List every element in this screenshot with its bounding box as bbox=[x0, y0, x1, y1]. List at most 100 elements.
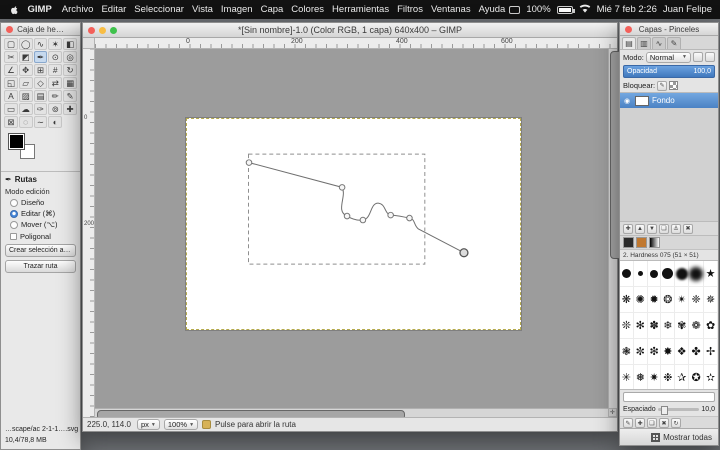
brush-item-30[interactable]: ✷ bbox=[648, 365, 662, 389]
brush-tab-icon[interactable] bbox=[623, 237, 634, 248]
brush-item-10[interactable]: ❂ bbox=[661, 287, 676, 313]
brush-item-11[interactable]: ✴ bbox=[675, 287, 690, 313]
zoom-combo[interactable]: 100% ▼ bbox=[163, 419, 199, 430]
tool-cage-transform[interactable]: ▦ bbox=[63, 77, 77, 89]
dock-tab-channels[interactable]: ▥ bbox=[637, 37, 651, 49]
brush-item-3[interactable] bbox=[661, 261, 676, 287]
dock-tab-brushes[interactable]: ✎ bbox=[667, 37, 681, 49]
menubar-item-vista[interactable]: Vista bbox=[188, 4, 217, 15]
tool-scissors-select[interactable]: ✂ bbox=[4, 51, 18, 63]
path-anchor-end[interactable] bbox=[459, 248, 469, 258]
brush-item-14[interactable]: ❊ bbox=[620, 313, 634, 339]
brush-item-33[interactable]: ✪ bbox=[689, 365, 705, 389]
brush-item-32[interactable]: ✰ bbox=[675, 365, 690, 389]
brush-item-5[interactable] bbox=[689, 261, 705, 287]
tool-heal[interactable]: ✚ bbox=[63, 103, 77, 115]
edit-brush-button[interactable]: ✎ bbox=[623, 418, 633, 428]
path-anchor[interactable] bbox=[387, 211, 394, 219]
tool-blur-sharpen[interactable]: ◌ bbox=[18, 116, 33, 128]
dock-titlebar[interactable]: Capas - Pinceles bbox=[620, 23, 718, 36]
tool-crop[interactable]: # bbox=[48, 64, 63, 76]
brush-item-8[interactable]: ✺ bbox=[633, 287, 648, 313]
brush-item-1[interactable] bbox=[633, 261, 648, 287]
brush-item-29[interactable]: ❅ bbox=[634, 365, 648, 389]
show-all-button[interactable]: Mostrar todas bbox=[663, 433, 712, 442]
close-button[interactable] bbox=[88, 26, 95, 34]
menubar-item-ventanas[interactable]: Ventanas bbox=[427, 4, 475, 15]
tool-paths[interactable]: ✒ bbox=[33, 51, 48, 63]
image-window-titlebar[interactable]: *[Sin nombre]-1.0 (Color RGB, 1 capa) 64… bbox=[83, 23, 617, 38]
battery-icon[interactable] bbox=[556, 5, 575, 14]
tool-fuzzy-select[interactable]: ✶ bbox=[48, 38, 63, 50]
tool-ink[interactable]: ✑ bbox=[33, 103, 48, 115]
mode-extra-button-2[interactable] bbox=[705, 52, 715, 62]
wifi-icon[interactable] bbox=[579, 4, 591, 16]
vertical-scrollbar[interactable] bbox=[608, 49, 624, 408]
tool-text[interactable]: A bbox=[4, 90, 18, 102]
duplicate-layer-button[interactable]: ❏ bbox=[659, 223, 669, 234]
visibility-eye-icon[interactable]: ◉ bbox=[622, 97, 632, 105]
navigation-button[interactable]: ✛ bbox=[608, 408, 617, 417]
tag-filter-entry[interactable] bbox=[623, 391, 715, 402]
brush-item-16[interactable]: ✽ bbox=[647, 313, 662, 339]
radio-diseno[interactable]: Diseño bbox=[10, 198, 76, 207]
tool-free-select[interactable]: ∿ bbox=[33, 38, 48, 50]
close-button[interactable] bbox=[6, 25, 13, 33]
tool-zoom[interactable]: ◎ bbox=[63, 51, 77, 63]
tool-clone[interactable]: ⊚ bbox=[48, 103, 63, 115]
path-anchor[interactable] bbox=[338, 184, 346, 191]
toolbox-titlebar[interactable]: Caja de he… bbox=[1, 23, 80, 36]
horizontal-scrollbar[interactable] bbox=[95, 408, 608, 420]
brush-item-13[interactable]: ✵ bbox=[704, 287, 718, 313]
tool-color-picker[interactable]: ⊙ bbox=[48, 51, 63, 63]
tool-flip[interactable]: ⇄ bbox=[48, 77, 63, 89]
tool-foreground-select[interactable]: ◩ bbox=[18, 51, 33, 63]
new-brush-button[interactable]: ✚ bbox=[635, 418, 645, 428]
brush-item-28[interactable]: ✳ bbox=[620, 365, 634, 389]
unit-combo[interactable]: px ▼ bbox=[137, 419, 160, 430]
minimize-button[interactable] bbox=[99, 26, 106, 34]
tool-move[interactable]: ✥ bbox=[18, 64, 33, 76]
tool-select-by-color[interactable]: ◧ bbox=[63, 38, 77, 50]
zoom-window-button[interactable] bbox=[110, 26, 117, 34]
mode-combo[interactable]: Normal ▼ bbox=[645, 51, 691, 63]
tool-bucket-fill[interactable]: ▨ bbox=[18, 90, 33, 102]
tool-ellipse-select[interactable]: ◯ bbox=[18, 38, 33, 50]
lower-layer-button[interactable]: ▼ bbox=[647, 223, 657, 234]
duplicate-brush-button[interactable]: ❏ bbox=[647, 418, 657, 428]
dock-tab-paths[interactable]: ∿ bbox=[652, 37, 666, 49]
menubar-item-seleccionar[interactable]: Seleccionar bbox=[130, 4, 188, 15]
polygonal-checkbox[interactable]: Poligonal bbox=[10, 232, 76, 241]
tool-dodge-burn[interactable]: ◐ bbox=[48, 116, 63, 128]
brush-item-9[interactable]: ✹ bbox=[647, 287, 662, 313]
display-icon[interactable] bbox=[509, 5, 521, 14]
brush-item-18[interactable]: ✾ bbox=[675, 313, 690, 339]
stroke-path-button[interactable]: Trazar ruta bbox=[5, 260, 76, 273]
horizontal-ruler[interactable]: 0 200 400 600 bbox=[95, 38, 617, 49]
brush-item-4[interactable] bbox=[675, 261, 690, 287]
tool-perspective[interactable]: ◇ bbox=[33, 77, 48, 89]
raise-layer-button[interactable]: ▲ bbox=[635, 223, 645, 234]
canvas-image[interactable] bbox=[186, 118, 521, 330]
selection-from-path-button[interactable]: Crear selección a partir de una ruta bbox=[5, 244, 76, 257]
menubar-item-ayuda[interactable]: Ayuda bbox=[475, 4, 510, 15]
lock-alpha-button[interactable] bbox=[669, 81, 679, 90]
path-anchor[interactable] bbox=[245, 159, 253, 166]
pattern-tab-icon[interactable] bbox=[636, 237, 647, 248]
tool-paintbrush[interactable]: ✎ bbox=[63, 90, 77, 102]
menubar-item-editar[interactable]: Editar bbox=[97, 4, 130, 15]
dock-tab-layers[interactable]: ▤ bbox=[622, 37, 636, 49]
opacity-slider[interactable]: Opacidad 100,0 bbox=[623, 65, 715, 78]
mode-extra-button-1[interactable] bbox=[693, 52, 703, 62]
menubar-clock[interactable]: Mié 7 feb 2:26 bbox=[597, 4, 657, 15]
tool-eraser[interactable]: ▭ bbox=[4, 103, 18, 115]
brush-item-34[interactable]: ✫ bbox=[704, 365, 718, 389]
vertical-ruler[interactable]: 0 200 bbox=[83, 49, 95, 417]
spacing-slider[interactable] bbox=[657, 406, 700, 415]
refresh-brushes-button[interactable]: ↻ bbox=[671, 418, 681, 428]
pen-path[interactable] bbox=[248, 162, 465, 254]
foreground-color-swatch[interactable] bbox=[8, 133, 25, 150]
canvas-viewport[interactable] bbox=[95, 49, 617, 417]
delete-layer-button[interactable]: ✖ bbox=[683, 223, 693, 234]
path-anchor[interactable] bbox=[406, 214, 413, 222]
